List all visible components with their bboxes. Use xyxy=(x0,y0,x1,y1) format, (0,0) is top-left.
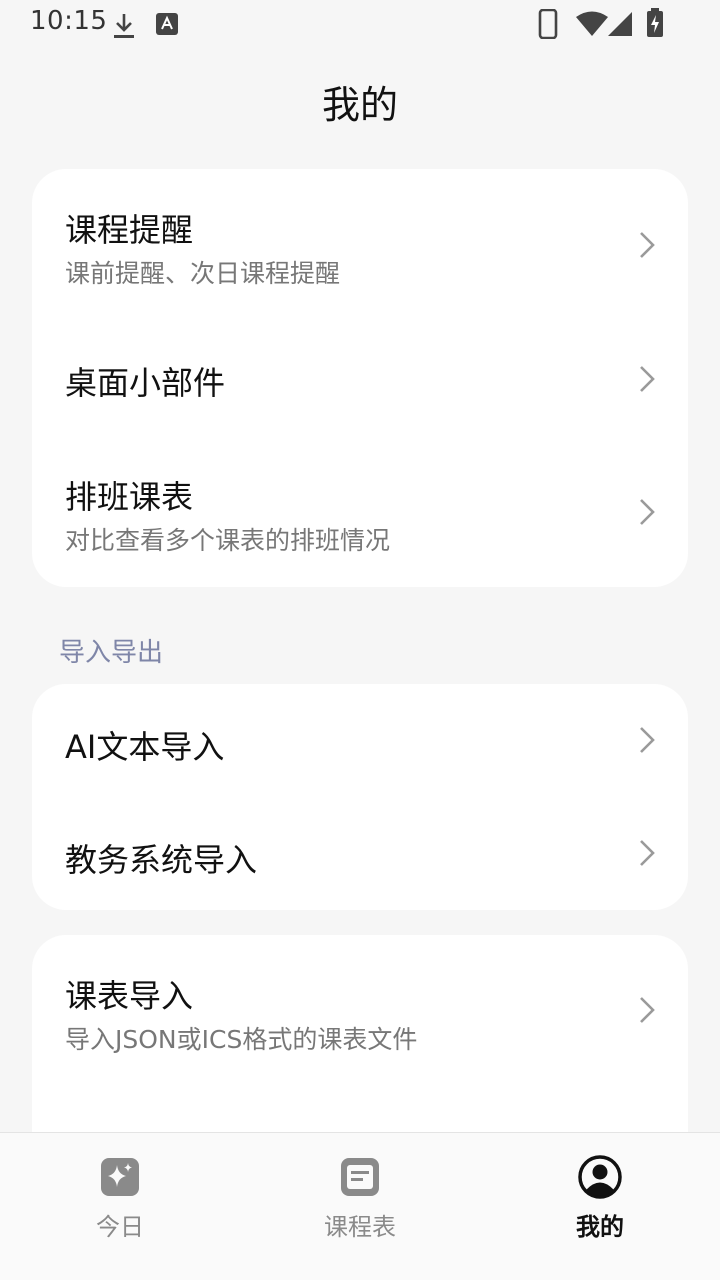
signal-icon xyxy=(608,12,632,36)
phone-icon xyxy=(538,9,558,39)
status-time: 10:15 xyxy=(30,6,108,36)
nav-item-today[interactable]: 今日 xyxy=(0,1133,240,1280)
menu-item-ai-text-import[interactable]: AI文本导入 xyxy=(32,684,688,797)
settings-card-general: 课程提醒 课前提醒、次日课程提醒 桌面小部件 排班课表 对比查看多个课表的排班情… xyxy=(32,169,688,587)
bottom-nav: 今日 课程表 我的 xyxy=(0,1132,720,1280)
chevron-right-icon xyxy=(640,840,655,866)
chevron-right-icon xyxy=(640,997,655,1023)
menu-item-subtitle: 导入JSON或ICS格式的课表文件 xyxy=(65,1025,418,1054)
nav-label: 课程表 xyxy=(324,1213,396,1241)
nav-label: 今日 xyxy=(96,1213,144,1241)
menu-item-title: 排班课表 xyxy=(65,478,194,516)
sparkle-card-icon xyxy=(101,1158,139,1196)
nav-item-mine[interactable]: 我的 xyxy=(480,1133,720,1280)
nav-label: 我的 xyxy=(576,1213,624,1241)
wifi-icon xyxy=(576,11,608,36)
menu-item-desktop-widget[interactable]: 桌面小部件 xyxy=(32,314,688,436)
chevron-right-icon xyxy=(640,499,655,525)
menu-item-subtitle: 课前提醒、次日课程提醒 xyxy=(65,259,341,288)
chevron-right-icon xyxy=(640,727,655,753)
nav-item-schedule[interactable]: 课程表 xyxy=(240,1133,480,1280)
menu-item-schedule-import[interactable]: 课表导入 导入JSON或ICS格式的课表文件 xyxy=(32,935,688,1085)
page-title: 我的 xyxy=(321,83,398,127)
menu-item-academic-system-import[interactable]: 教务系统导入 xyxy=(32,797,688,910)
screen: 10:15 我的 课程提醒 课前提醒、次日课程提醒 桌面小部件 排班课表 对比查… xyxy=(0,0,720,1280)
download-icon xyxy=(114,14,134,38)
chevron-right-icon xyxy=(640,232,655,258)
battery-charging-icon xyxy=(647,8,663,37)
menu-item-course-reminder[interactable]: 课程提醒 课前提醒、次日课程提醒 xyxy=(32,169,688,314)
chevron-right-icon xyxy=(640,366,655,392)
menu-item-title: 教务系统导入 xyxy=(65,841,258,879)
menu-item-title: AI文本导入 xyxy=(65,728,225,766)
menu-item-shift-schedule[interactable]: 排班课表 对比查看多个课表的排班情况 xyxy=(32,436,688,587)
keyboard-a-icon xyxy=(156,13,178,35)
schedule-card-icon xyxy=(341,1158,379,1196)
menu-item-title: 课表导入 xyxy=(65,977,194,1015)
settings-card-import: AI文本导入 教务系统导入 xyxy=(32,684,688,910)
profile-circle-icon xyxy=(578,1155,622,1199)
status-bar: 10:15 xyxy=(0,0,720,50)
menu-item-title: 桌面小部件 xyxy=(65,364,226,402)
menu-item-subtitle: 对比查看多个课表的排班情况 xyxy=(65,526,391,555)
section-label-import-export: 导入导出 xyxy=(59,638,164,668)
menu-item-title: 课程提醒 xyxy=(65,211,194,249)
